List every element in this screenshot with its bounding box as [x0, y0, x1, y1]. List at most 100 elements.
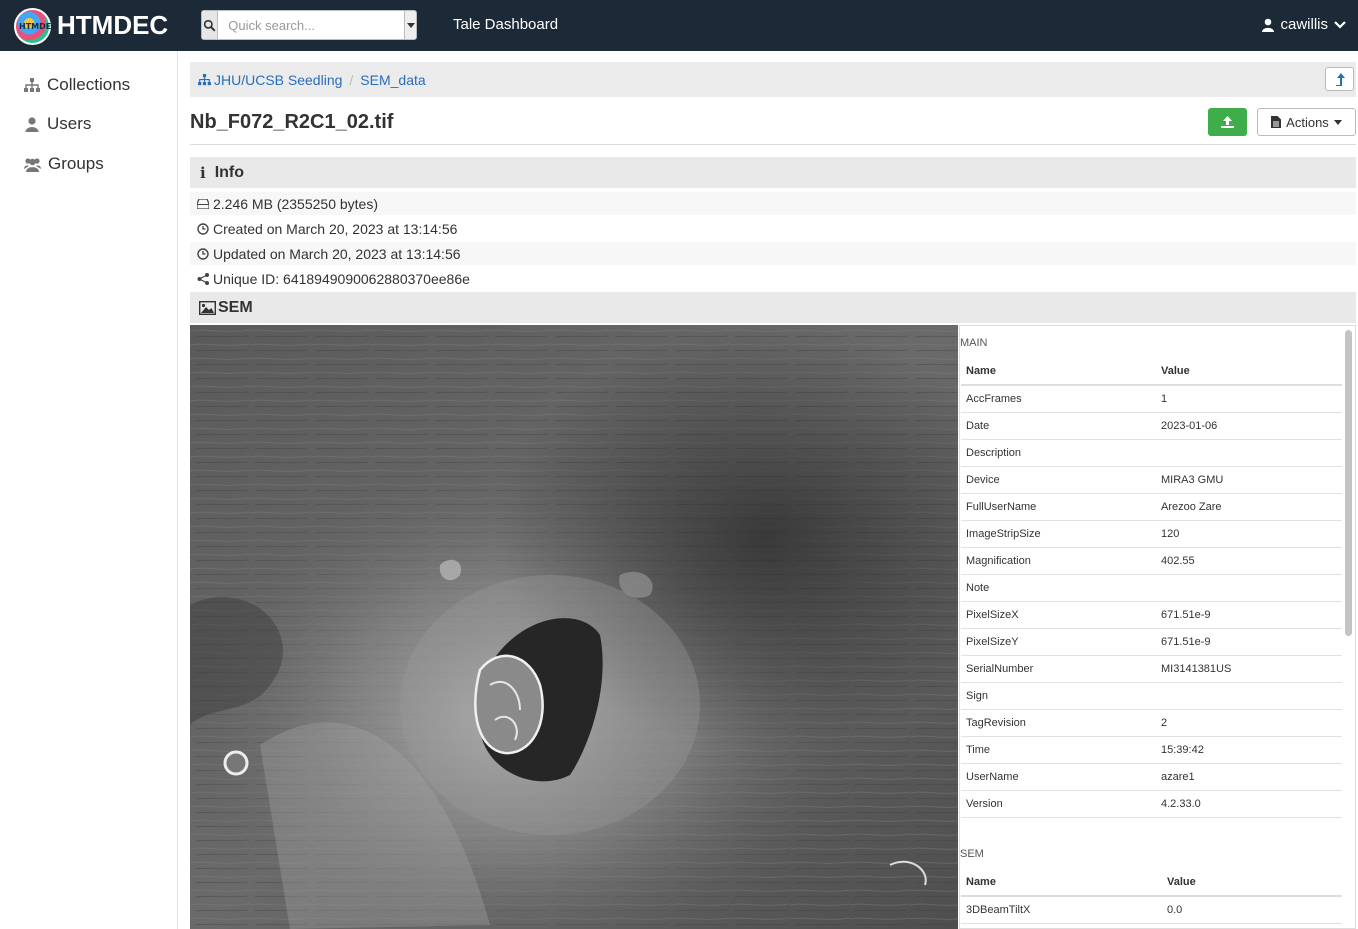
table-row: PixelSizeY 671.51e-9: [961, 628, 1342, 656]
user-menu[interactable]: cawillis: [1262, 16, 1346, 33]
sem-metadata-panel[interactable]: MAIN Name Value AccFrames 1 Date 2023-01-06…: [959, 325, 1356, 929]
sidebar-item-label: Users: [47, 114, 92, 133]
breadcrumb-folder-link[interactable]: SEM_data: [360, 72, 425, 88]
table-row: Device MIRA3 GMU: [961, 466, 1342, 494]
unique-id: Unique ID: 6418949090062880370ee86e: [213, 270, 470, 287]
logo-text: HTMDEC: [19, 22, 58, 31]
file-size: 2.246 MB (2355250 bytes): [213, 195, 378, 212]
caret-down-icon: [406, 22, 415, 28]
search-button[interactable]: [202, 11, 219, 39]
breadcrumb-root-link[interactable]: JHU/UCSB Seedling: [214, 72, 342, 88]
caret-down-icon: [1333, 119, 1342, 125]
created-row: Created on March 20, 2023 at 13:14:56: [190, 217, 1356, 240]
upload-button[interactable]: [1208, 108, 1247, 136]
metadata-scrollbar[interactable]: [1345, 330, 1352, 636]
sem-section-title: SEM: [960, 848, 984, 860]
metadata-name-cell: Time: [961, 736, 1156, 764]
brand-name[interactable]: HTMDEC: [57, 10, 168, 41]
table-row: Magnification 402.55: [961, 547, 1342, 575]
created-date: Created on March 20, 2023 at 13:14:56: [213, 220, 458, 237]
sidebar-item-label: Groups: [48, 154, 104, 173]
table-row: TagRevision 2: [961, 709, 1342, 737]
users-icon: [24, 157, 41, 172]
main-section-title: MAIN: [960, 337, 988, 349]
sidebar-item-groups[interactable]: Groups: [24, 154, 104, 174]
share-icon: [197, 272, 209, 285]
metadata-name-cell: UserName: [961, 763, 1156, 791]
sem-metadata-rows: 3DBeamTiltX 0.0: [961, 896, 1342, 924]
metadata-name-cell: Device: [961, 466, 1156, 494]
value-column-header: Value: [1156, 357, 1342, 386]
title-divider: [190, 144, 1356, 145]
clock-icon: [197, 222, 209, 235]
table-row: Description: [961, 439, 1342, 467]
metadata-name-cell: Magnification: [961, 547, 1156, 575]
sitemap-icon: [198, 73, 211, 85]
sidebar-item-collections[interactable]: Collections: [24, 75, 130, 95]
chevron-down-icon: [1334, 20, 1346, 29]
sem-metadata-table: Name Value 3DBeamTiltX 0.0: [961, 868, 1342, 924]
metadata-name-cell: PixelSizeY: [961, 628, 1156, 656]
metadata-name-cell: FullUserName: [961, 493, 1156, 521]
metadata-value-cell: [1156, 439, 1342, 467]
unique-id-row: Unique ID: 6418949090062880370ee86e: [190, 267, 1356, 290]
metadata-value-cell: 0.0: [1162, 896, 1342, 924]
image-icon: [199, 300, 216, 315]
table-row: Date 2023-01-06: [961, 412, 1342, 440]
sidebar-item-label: Collections: [47, 75, 131, 94]
sidebar: Collections Users Groups: [0, 51, 178, 929]
tale-dashboard-link[interactable]: Tale Dashboard: [453, 16, 558, 33]
metadata-value-cell: Arezoo Zare: [1156, 493, 1342, 521]
sitemap-icon: [24, 77, 40, 92]
table-row: Version 4.2.33.0: [961, 790, 1342, 818]
table-row: UserName azare1: [961, 763, 1342, 791]
info-icon: i: [200, 163, 206, 182]
hdd-icon: [197, 198, 209, 209]
sem-section-header: SEM: [190, 292, 1356, 323]
metadata-value-cell: 2023-01-06: [1156, 412, 1342, 440]
table-row: 3DBeamTiltX 0.0: [961, 896, 1342, 924]
quick-search: [201, 10, 417, 40]
metadata-name-cell: 3DBeamTiltX: [961, 896, 1162, 924]
user-icon: [25, 116, 39, 132]
name-column-header: Name: [961, 357, 1156, 386]
updated-date: Updated on March 20, 2023 at 13:14:56: [213, 245, 461, 262]
page-title: Nb_F072_R2C1_02.tif: [190, 111, 394, 133]
search-input[interactable]: [218, 11, 405, 39]
metadata-value-cell: 1: [1156, 385, 1342, 413]
updated-row: Updated on March 20, 2023 at 13:14:56: [190, 242, 1356, 265]
user-icon: [1262, 18, 1275, 32]
metadata-name-cell: PixelSizeX: [961, 601, 1156, 629]
table-row: AccFrames 1: [961, 385, 1342, 413]
metadata-name-cell: SerialNumber: [961, 655, 1156, 683]
file-icon: [1271, 116, 1282, 128]
breadcrumb: JHU/UCSB Seedling / SEM_data: [190, 62, 1356, 97]
username: cawillis: [1280, 16, 1328, 33]
search-mode-dropdown[interactable]: [404, 11, 416, 39]
parent-folder-button[interactable]: [1325, 67, 1354, 91]
metadata-value-cell: [1156, 574, 1342, 602]
name-column-header: Name: [961, 868, 1162, 897]
sidebar-item-users[interactable]: Users: [24, 114, 91, 134]
metadata-value-cell: 15:39:42: [1156, 736, 1342, 764]
sem-heading: SEM: [218, 298, 253, 316]
table-row: FullUserName Arezoo Zare: [961, 493, 1342, 521]
metadata-name-cell: Description: [961, 439, 1156, 467]
table-header-row: Name Value: [961, 868, 1342, 897]
metadata-value-cell: 2: [1156, 709, 1342, 737]
metadata-value-cell: 671.51e-9: [1156, 628, 1342, 656]
table-row: SerialNumber MI3141381US: [961, 655, 1342, 683]
level-up-icon: [1335, 72, 1345, 86]
actions-dropdown-button[interactable]: Actions: [1257, 108, 1356, 136]
sem-micrograph: [190, 325, 958, 929]
metadata-name-cell: Note: [961, 574, 1156, 602]
metadata-name-cell: AccFrames: [961, 385, 1156, 413]
table-row: Time 15:39:42: [961, 736, 1342, 764]
metadata-value-cell: [1156, 682, 1342, 710]
htmdec-logo[interactable]: HTMDEC: [14, 8, 57, 45]
metadata-name-cell: Version: [961, 790, 1156, 818]
table-header-row: Name Value: [961, 357, 1342, 386]
info-heading: Info: [214, 163, 245, 181]
table-row: ImageStripSize 120: [961, 520, 1342, 548]
metadata-value-cell: 4.2.33.0: [1156, 790, 1342, 818]
